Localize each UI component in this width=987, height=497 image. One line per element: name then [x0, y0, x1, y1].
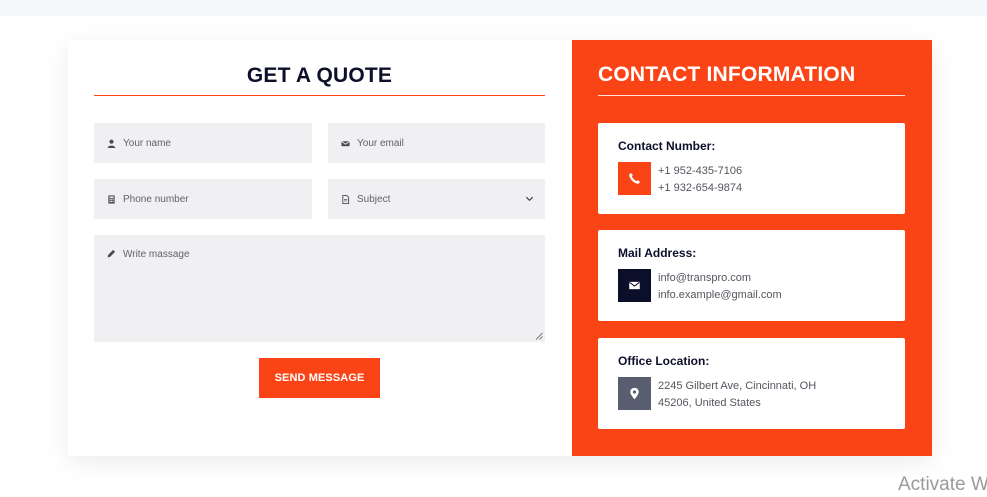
mail-address-label: Mail Address:: [618, 246, 697, 260]
email-line-2[interactable]: info.example@gmail.com: [658, 287, 782, 304]
contact-title-underline: [598, 95, 905, 96]
mail-address-card: Mail Address: info@transpro.com info.exa…: [598, 230, 905, 321]
phone-icon: [618, 162, 651, 195]
contact-number-label: Contact Number:: [618, 139, 716, 153]
subject-select[interactable]: Subject: [328, 179, 545, 219]
file-icon: [341, 194, 350, 204]
phone-line-2[interactable]: +1 932-654-9874: [658, 180, 742, 197]
calculator-icon: [107, 194, 116, 204]
activation-watermark: Activate W: [898, 474, 987, 495]
phone-line-1[interactable]: +1 952-435-7106: [658, 163, 742, 180]
address-line-2: 45206, United States: [658, 397, 761, 409]
contact-info-title: CONTACT INFORMATION: [598, 63, 856, 86]
quote-title-underline: [94, 95, 545, 96]
message-placeholder: Write massage: [123, 249, 190, 260]
contact-number-card: Contact Number: +1 952-435-7106 +1 932-6…: [598, 123, 905, 214]
name-placeholder: Your name: [123, 137, 171, 149]
envelope-icon: [341, 139, 350, 148]
envelope-icon: [618, 269, 651, 302]
chevron-down-icon[interactable]: [525, 194, 534, 203]
quote-title: GET A QUOTE: [246, 64, 393, 87]
send-message-button[interactable]: SEND MESSAGE: [259, 358, 380, 398]
office-location-card: Office Location: 2245 Gilbert Ave, Cinci…: [598, 338, 905, 429]
subject-placeholder: Subject: [357, 193, 391, 205]
contact-section: GET A QUOTE Your name Your email Phone n…: [68, 40, 932, 456]
pencil-icon: [107, 249, 116, 258]
office-location-lines: 2245 Gilbert Ave, Cincinnati, OH 45206, …: [658, 378, 816, 412]
contact-info-panel: CONTACT INFORMATION Contact Number: +1 9…: [572, 40, 932, 456]
email-placeholder: Your email: [357, 137, 404, 149]
map-pin-icon: [618, 377, 651, 410]
resize-grip-icon[interactable]: [535, 332, 543, 340]
phone-placeholder: Phone number: [123, 193, 189, 205]
contact-number-lines: +1 952-435-7106 +1 932-654-9874: [658, 163, 742, 197]
email-line-1[interactable]: info@transpro.com: [658, 270, 782, 287]
message-textarea[interactable]: Write massage: [94, 235, 545, 342]
phone-input[interactable]: Phone number: [94, 179, 312, 219]
email-input[interactable]: Your email: [328, 123, 545, 163]
name-input[interactable]: Your name: [94, 123, 312, 163]
user-icon: [107, 139, 116, 148]
mail-address-lines: info@transpro.com info.example@gmail.com: [658, 270, 782, 304]
top-strip: [0, 0, 987, 16]
address-line-1: 2245 Gilbert Ave, Cincinnati, OH: [658, 380, 817, 392]
office-location-label: Office Location:: [618, 354, 710, 368]
quote-form: GET A QUOTE Your name Your email Phone n…: [68, 40, 572, 456]
